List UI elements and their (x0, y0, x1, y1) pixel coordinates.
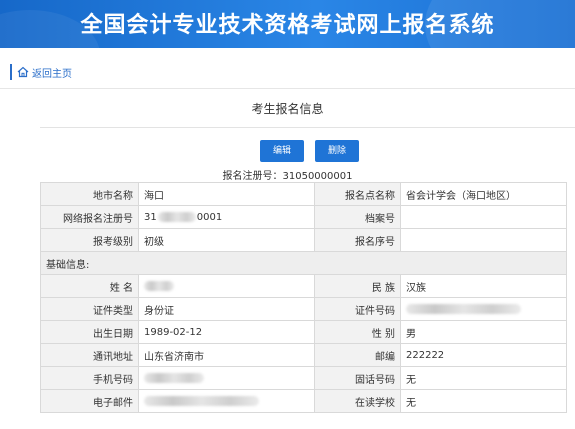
city-label: 地市名称 (40, 182, 139, 206)
mobile-value (138, 366, 315, 390)
section-header: 基础信息: (40, 251, 567, 275)
seq-no-label: 报名序号 (314, 228, 401, 252)
mobile-label: 手机号码 (40, 366, 139, 390)
table-row: 证件类型 身份证 证件号码 (40, 297, 567, 321)
email-value (138, 389, 315, 413)
masked-value (406, 303, 521, 314)
dob-value: 1989-02-12 (138, 320, 315, 344)
landline-label: 固话号码 (314, 366, 401, 390)
title-divider (40, 127, 575, 128)
table-row: 手机号码 固话号码 无 (40, 366, 567, 390)
table-row: 网络报名注册号 31 0001 档案号 (40, 205, 567, 229)
home-icon (17, 66, 29, 78)
postcode-label: 邮编 (314, 343, 401, 367)
masked-value (157, 211, 196, 222)
masked-value (144, 395, 259, 406)
school-label: 在读学校 (314, 389, 401, 413)
masked-value (144, 280, 174, 291)
gender-label: 性 别 (314, 320, 401, 344)
table-row: 通讯地址 山东省济南市 邮编 222222 (40, 343, 567, 367)
address-value: 山东省济南市 (138, 343, 315, 367)
table-row: 姓 名 民 族 汉族 (40, 274, 567, 298)
archive-no-label: 档案号 (314, 205, 401, 229)
delete-button[interactable]: 删除 (315, 140, 359, 162)
site-value: 省会计学会（海口地区） (400, 182, 567, 206)
ethnicity-value: 汉族 (400, 274, 567, 298)
name-value (138, 274, 315, 298)
masked-value (144, 372, 204, 383)
edit-button[interactable]: 编辑 (260, 140, 304, 162)
ethnicity-label: 民 族 (314, 274, 401, 298)
basic-info-heading: 基础信息: (40, 251, 567, 275)
address-label: 通讯地址 (40, 343, 139, 367)
app-header: 全国会计专业技术资格考试网上报名系统 (0, 0, 575, 48)
site-label: 报名点名称 (314, 182, 401, 206)
id-type-label: 证件类型 (40, 297, 139, 321)
archive-no-value (400, 205, 567, 229)
table-row: 报考级别 初级 报名序号 (40, 228, 567, 252)
app-title: 全国会计专业技术资格考试网上报名系统 (80, 13, 495, 38)
landline-value: 无 (400, 366, 567, 390)
name-label: 姓 名 (40, 274, 139, 298)
level-value: 初级 (138, 228, 315, 252)
gender-value: 男 (400, 320, 567, 344)
back-home-link[interactable]: 返回主页 (10, 62, 72, 82)
id-number-label: 证件号码 (314, 297, 401, 321)
school-value: 无 (400, 389, 567, 413)
table-row: 电子邮件 在读学校 无 (40, 389, 567, 413)
back-home-label[interactable]: 返回主页 (32, 65, 72, 80)
online-reg-no-label: 网络报名注册号 (40, 205, 139, 229)
breadcrumb-divider (0, 88, 575, 89)
seq-no-value (400, 228, 567, 252)
id-type-value: 身份证 (138, 297, 315, 321)
online-reg-no-suffix: 0001 (196, 211, 223, 223)
table-row: 地市名称 海口 报名点名称 省会计学会（海口地区） (40, 182, 567, 206)
accent-bar (10, 64, 12, 80)
page-title: 考生报名信息 (251, 102, 324, 116)
applicant-info-table: 地市名称 海口 报名点名称 省会计学会（海口地区） 网络报名注册号 31 0001… (40, 182, 567, 413)
table-row: 出生日期 1989-02-12 性 别 男 (40, 320, 567, 344)
level-label: 报考级别 (40, 228, 139, 252)
online-reg-no-prefix: 31 (144, 211, 157, 223)
id-number-value (400, 297, 567, 321)
city-value: 海口 (138, 182, 315, 206)
registration-number: 报名注册号：31050000001 (222, 171, 353, 182)
dob-label: 出生日期 (40, 320, 139, 344)
postcode-value: 222222 (400, 343, 567, 367)
email-label: 电子邮件 (40, 389, 139, 413)
online-reg-no-value: 31 0001 (138, 205, 315, 229)
